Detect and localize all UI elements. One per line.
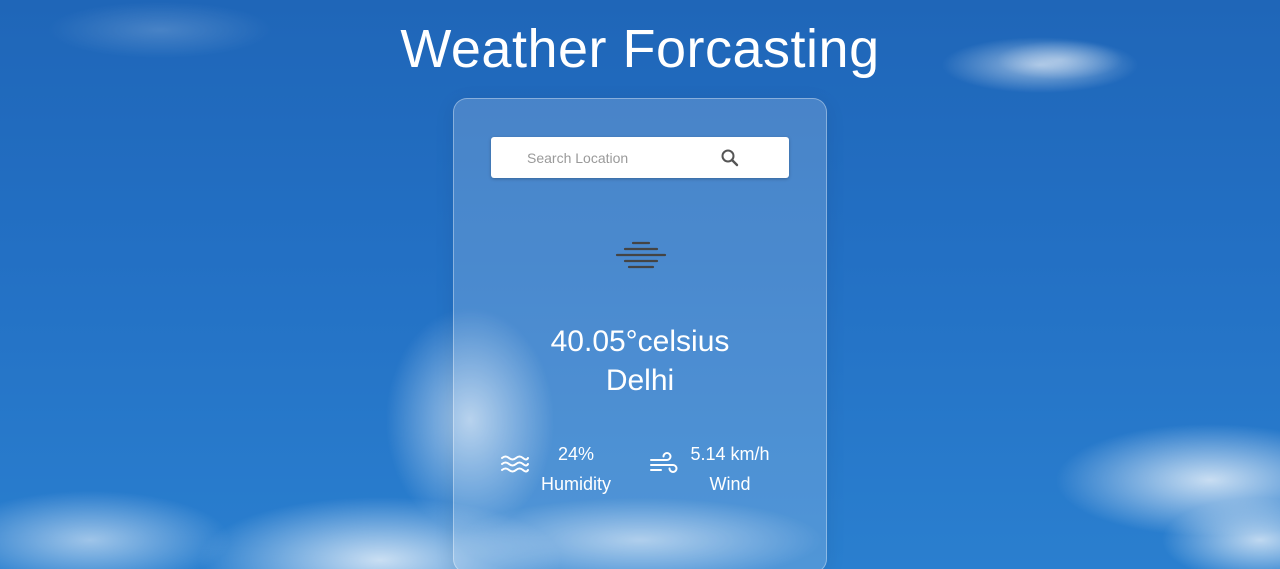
city-name: Delhi — [605, 364, 675, 397]
wind-value: 5.14 km/h — [690, 444, 770, 464]
search-icon[interactable] — [719, 147, 741, 169]
search-box — [491, 137, 789, 178]
humidity-value: 24% — [557, 444, 595, 464]
humidity-label: Humidity — [540, 474, 611, 494]
page-title: Weather Forcasting — [400, 19, 880, 79]
wind-icon — [649, 452, 679, 476]
haze-icon — [614, 239, 668, 273]
weather-card: 40.05°celsius Delhi 24% Humidity 5.14 km… — [453, 98, 827, 569]
search-input[interactable] — [527, 137, 717, 178]
wind-label: Wind — [709, 474, 751, 494]
temperature: 40.05°celsius — [550, 325, 730, 358]
